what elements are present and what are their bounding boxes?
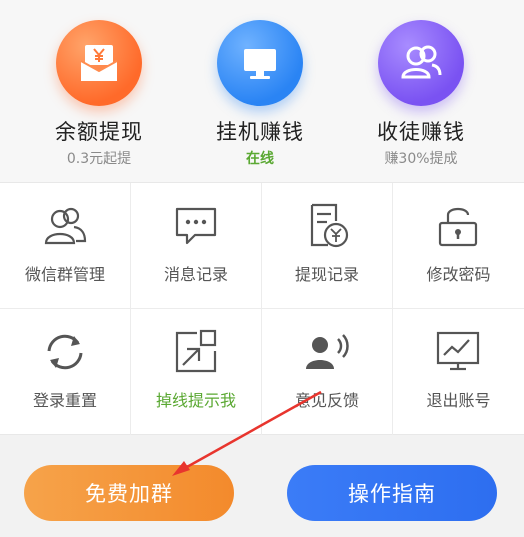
- refresh-icon: [47, 334, 83, 370]
- feedback-icon: [306, 334, 349, 369]
- lock-icon: [438, 207, 478, 247]
- grid-item-label: 登录重置: [32, 391, 97, 410]
- expand-icon: [175, 329, 217, 373]
- grid-item-label: 提现记录: [294, 265, 359, 284]
- feature-bar: 余额提现 0.3元起提 挂机赚钱 在线 收徒赚钱 赚30%提成: [0, 0, 524, 182]
- join-group-button[interactable]: 免费加群: [24, 465, 234, 521]
- monitor-icon: [217, 20, 303, 106]
- grid-item-change-password[interactable]: 修改密码: [393, 183, 524, 309]
- grid-item-login-reset[interactable]: 登录重置: [0, 309, 131, 435]
- feature-subtitle: 0.3元起提: [66, 151, 132, 167]
- function-grid: 微信群管理 消息记录 提现记录 修改密码 登录重置 掉线提示我 意见反馈 退出账…: [0, 182, 524, 435]
- receipt-icon: [310, 203, 349, 248]
- grid-item-disconnect-alert[interactable]: 掉线提示我: [131, 309, 262, 435]
- feature-title: 余额提现: [55, 120, 143, 144]
- grid-item-withdraw-records[interactable]: 提现记录: [262, 183, 393, 309]
- guide-button[interactable]: 操作指南: [287, 465, 497, 521]
- feature-withdraw[interactable]: 余额提现 0.3元起提: [19, 20, 179, 168]
- feature-idle-earn[interactable]: 挂机赚钱 在线: [180, 20, 340, 168]
- chart-monitor-icon: [436, 331, 480, 371]
- grid-item-label: 掉线提示我: [155, 391, 236, 410]
- feature-subtitle: 赚30%提成: [384, 151, 458, 167]
- group-icon: [44, 207, 87, 245]
- grid-item-label: 退出账号: [426, 391, 491, 410]
- grid-item-feedback[interactable]: 意见反馈: [262, 309, 393, 435]
- yen-envelope-icon: [56, 20, 142, 106]
- grid-item-label: 消息记录: [163, 265, 228, 284]
- grid-item-label: 修改密码: [426, 265, 491, 284]
- grid-item-label: 微信群管理: [24, 265, 105, 284]
- feature-title: 挂机赚钱: [216, 120, 304, 144]
- message-icon: [175, 207, 217, 245]
- users-icon: [378, 20, 464, 106]
- grid-item-messages[interactable]: 消息记录: [131, 183, 262, 309]
- online-status: 在线: [246, 151, 274, 167]
- feature-title: 收徒赚钱: [377, 120, 465, 144]
- grid-item-label: 意见反馈: [294, 391, 359, 410]
- feature-invite-earn[interactable]: 收徒赚钱 赚30%提成: [341, 20, 501, 168]
- grid-item-logout[interactable]: 退出账号: [393, 309, 524, 435]
- grid-item-wechat-group[interactable]: 微信群管理: [0, 183, 131, 309]
